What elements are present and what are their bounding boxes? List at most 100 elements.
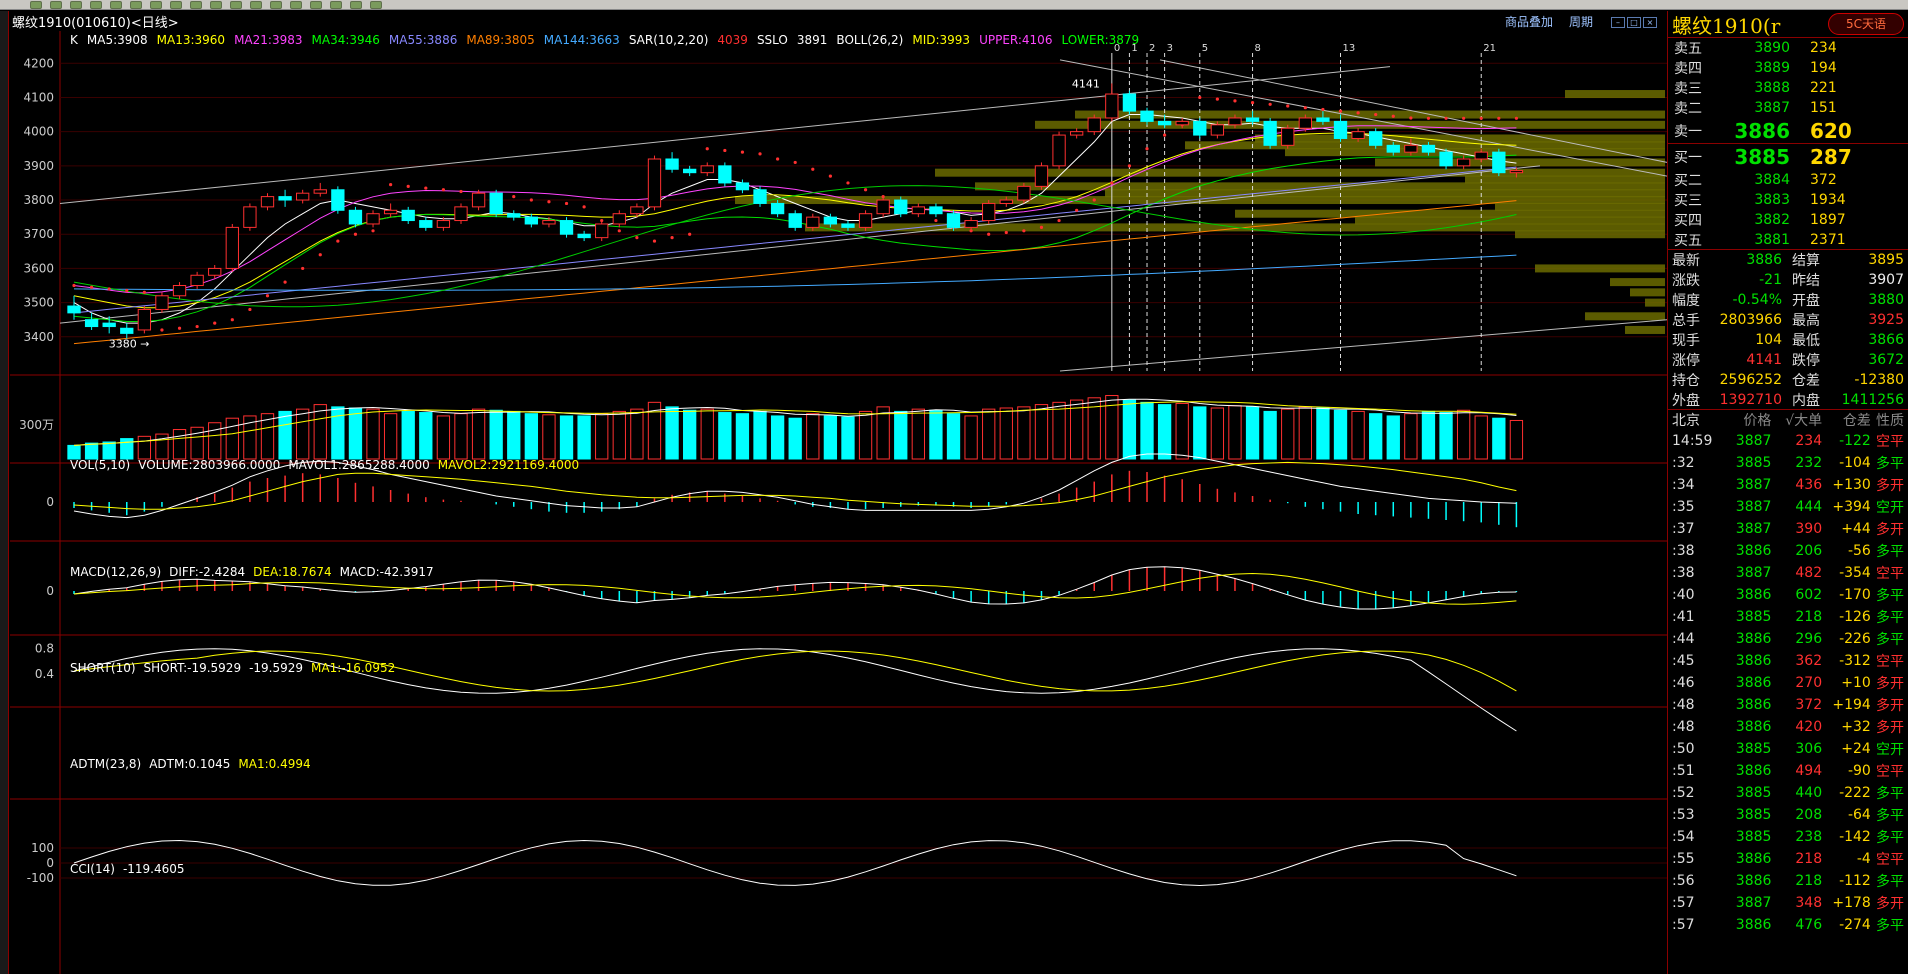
tick-price: 3886 — [1735, 697, 1772, 713]
window-controls: – □ × — [1609, 14, 1657, 28]
tick-row[interactable]: :35 3887 444 +394 空开 — [1668, 496, 1908, 518]
toolbar-icon-7[interactable] — [150, 0, 162, 9]
volume-profile-bar — [1585, 312, 1665, 321]
minimize-icon[interactable]: – — [1611, 17, 1625, 28]
toolbar-icon-3[interactable] — [70, 0, 82, 9]
sar-dot — [1163, 133, 1167, 137]
volume-bar — [1263, 410, 1277, 460]
ask-row[interactable]: 卖二 3887 151 — [1668, 98, 1908, 118]
tick-delta: -312 — [1839, 653, 1871, 669]
toolbar-icon-2[interactable] — [50, 0, 62, 9]
volume-bar — [436, 415, 451, 460]
tick-list[interactable]: 14:59 3887 234 -122 空平:32 3885 232 -104 多平:34 388… — [1668, 430, 1908, 936]
ask-row[interactable]: 卖三 3888 221 — [1668, 78, 1908, 98]
candle-body — [770, 202, 785, 215]
toolbar-icon-6[interactable] — [130, 0, 142, 9]
tick-price: 3886 — [1735, 719, 1772, 735]
toolbar-icon-5[interactable] — [110, 0, 122, 9]
bid-row[interactable]: 买五 3881 2371 — [1668, 230, 1908, 250]
tick-row[interactable]: :37 3887 390 +44 多开 — [1668, 518, 1908, 540]
tick-row[interactable]: :40 3886 602 -170 多平 — [1668, 584, 1908, 606]
tick-price: 3886 — [1735, 917, 1772, 933]
tick-row[interactable]: :34 3887 436 +130 多开 — [1668, 474, 1908, 496]
toolbar-icon-8[interactable] — [170, 0, 182, 9]
toolbar-icon-9[interactable] — [190, 0, 202, 9]
bid-row[interactable]: 买三 3883 1934 — [1668, 190, 1908, 210]
tick-nature: 多平 — [1875, 918, 1904, 934]
tick-head-vol[interactable]: √大单 — [1771, 410, 1822, 430]
sar-dot — [195, 324, 199, 329]
ask-row[interactable]: 卖五 3890 234 — [1668, 38, 1908, 58]
tick-row[interactable]: :48 3886 372 +194 多开 — [1668, 694, 1908, 716]
restore-icon[interactable]: □ — [1627, 17, 1641, 28]
stat-row: 涨停 4141 跌停 3672 — [1668, 350, 1908, 370]
tick-row[interactable]: :53 3885 208 -64 多平 — [1668, 804, 1908, 826]
tick-row[interactable]: :55 3886 218 -4 空平 — [1668, 848, 1908, 870]
sar-dot — [107, 287, 111, 291]
period-button[interactable]: 周期 — [1569, 13, 1593, 30]
toolbar-icon-13[interactable] — [270, 0, 282, 9]
tick-row[interactable]: :44 3886 296 -226 多平 — [1668, 628, 1908, 650]
candle-body — [313, 189, 327, 194]
close-icon[interactable]: × — [1643, 17, 1657, 28]
stat-label: 总手 — [1672, 313, 1700, 329]
volume-bar — [577, 415, 591, 460]
sar-dot — [125, 289, 129, 293]
ask-row[interactable]: 卖一 3886 620 — [1668, 118, 1908, 144]
volume-bar — [542, 414, 556, 460]
tick-row[interactable]: :48 3886 420 +32 多开 — [1668, 716, 1908, 738]
bid-row[interactable]: 买一 3885 287 — [1668, 144, 1908, 170]
tick-row[interactable]: :38 3887 482 -354 空平 — [1668, 562, 1908, 584]
toolbar-icon-14[interactable] — [290, 0, 302, 9]
toolbar-icon-15[interactable] — [310, 0, 322, 9]
tick-delta: -4 — [1856, 851, 1871, 867]
tick-row[interactable]: 14:59 3887 234 -122 空平 — [1668, 430, 1908, 452]
tick-row[interactable]: :32 3885 232 -104 多平 — [1668, 452, 1908, 474]
stat-row: 现手 104 最低 3866 — [1668, 330, 1908, 350]
sar-dot — [1268, 102, 1272, 106]
sar-dot — [389, 183, 393, 187]
tick-row[interactable]: :38 3886 206 -56 多平 — [1668, 540, 1908, 562]
chart-canvas[interactable]: 4200410040003900380037003600350034000 1 2 3… — [10, 31, 1667, 974]
volume-bar — [1369, 413, 1383, 460]
tick-row[interactable]: :51 3886 494 -90 空平 — [1668, 760, 1908, 782]
sar-dot — [1514, 116, 1519, 120]
toolbar-icon-11[interactable] — [230, 0, 242, 9]
trendline — [59, 165, 1541, 324]
toolbar-icon-1[interactable] — [30, 0, 42, 9]
tick-row[interactable]: :45 3886 362 -312 空平 — [1668, 650, 1908, 672]
tick-row[interactable]: :54 3885 238 -142 多平 — [1668, 826, 1908, 848]
bid-row[interactable]: 买二 3884 372 — [1668, 170, 1908, 190]
stat-value: 1411256 — [1841, 391, 1904, 408]
tick-row[interactable]: :52 3885 440 -222 多平 — [1668, 782, 1908, 804]
instrument-name: 螺纹1910(r — [1672, 13, 1781, 38]
left-side-tabs[interactable] — [0, 11, 9, 974]
sar-dot — [1145, 147, 1149, 151]
toolbar-icon-18[interactable] — [370, 0, 382, 9]
toolbar-icon-12[interactable] — [250, 0, 262, 9]
toolbar-icon-4[interactable] — [90, 0, 102, 9]
tick-row[interactable]: :50 3885 306 +24 空开 — [1668, 738, 1908, 760]
bid-row[interactable]: 买四 3882 1897 — [1668, 210, 1908, 230]
ask-row[interactable]: 卖四 3889 194 — [1668, 58, 1908, 78]
sar-dot — [177, 326, 182, 330]
tick-nature: 多开 — [1875, 522, 1904, 538]
tick-delta: +130 — [1832, 477, 1871, 493]
tick-row[interactable]: :57 3887 348 +178 多开 — [1668, 892, 1908, 914]
fib-label: 3 — [1167, 43, 1173, 54]
sar-dot — [846, 181, 850, 185]
sar-dot — [1374, 112, 1378, 117]
overlay-button[interactable]: 商品叠加 — [1505, 13, 1553, 30]
toolbar-icon-17[interactable] — [350, 0, 362, 9]
tick-row[interactable]: :56 3886 218 -112 多平 — [1668, 870, 1908, 892]
tick-row[interactable]: :57 3886 476 -274 多平 — [1668, 914, 1908, 936]
tick-row[interactable]: :41 3885 218 -126 多平 — [1668, 606, 1908, 628]
volume-bar — [841, 416, 855, 460]
volume-bar — [964, 415, 978, 460]
candle-body — [1052, 134, 1066, 167]
adtm-legend: ADTM(23,8) ADTM:0.1045 MA1:0.4994 — [70, 757, 311, 771]
tick-row[interactable]: :46 3886 270 +10 多开 — [1668, 672, 1908, 694]
stat-label: 最新 — [1672, 253, 1700, 269]
toolbar-icon-16[interactable] — [330, 0, 342, 9]
toolbar-icon-10[interactable] — [210, 0, 222, 9]
